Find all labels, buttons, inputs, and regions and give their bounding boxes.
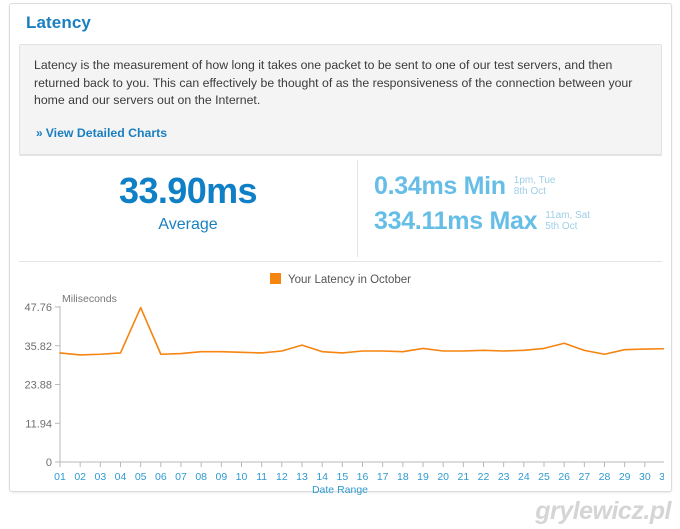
y-axis-title: Miliseconds <box>62 293 117 305</box>
x-axis-tick-label: 12 <box>276 471 288 483</box>
x-axis-tick-label: 27 <box>578 471 590 483</box>
page-title: Latency <box>26 13 91 32</box>
description-block: Latency is the measurement of how long i… <box>19 44 662 155</box>
latency-panel: Latency Latency is the measurement of ho… <box>9 3 672 492</box>
description-text: Latency is the measurement of how long i… <box>34 58 633 107</box>
panel-header: Latency <box>10 4 671 44</box>
x-axis-tick-label: 10 <box>236 471 248 483</box>
x-axis-tick-label: 07 <box>175 471 187 483</box>
x-axis-tick-label: 03 <box>94 471 106 483</box>
x-axis-tick-label: 13 <box>296 471 308 483</box>
x-axis-tick-label: 30 <box>639 471 651 483</box>
x-axis-tick-label: 06 <box>155 471 167 483</box>
x-axis-tick-label: 22 <box>478 471 490 483</box>
minmax-stats: 0.34ms Min 1pm, Tue 8th Oct 334.11ms Max… <box>358 156 662 261</box>
x-axis-tick-label: 08 <box>195 471 207 483</box>
x-axis-tick-label: 17 <box>377 471 389 483</box>
x-axis-tick-label: 19 <box>417 471 429 483</box>
y-axis-tick-label: 47.76 <box>24 302 52 314</box>
y-axis-tick-label: 35.82 <box>24 340 52 352</box>
x-axis-tick-label: 24 <box>518 471 530 483</box>
average-value: 33.90ms <box>119 169 258 211</box>
x-axis-tick-label: 01 <box>54 471 66 483</box>
screenshot-root: Latency Latency is the measurement of ho… <box>0 0 680 529</box>
x-axis-tick-label: 16 <box>357 471 369 483</box>
x-axis-tick-label: 11 <box>256 471 267 483</box>
max-time: 11am, Sat <box>545 209 591 221</box>
x-axis-tick-label: 26 <box>558 471 570 483</box>
x-axis-tick-label: 23 <box>498 471 510 483</box>
min-stat: 0.34ms Min 1pm, Tue 8th Oct <box>374 172 662 200</box>
watermark: grylewicz.pl <box>535 497 671 525</box>
chart-series-line <box>59 306 664 356</box>
x-axis-tick-label: 31 <box>659 471 664 483</box>
y-axis-tick-label: 0 <box>46 457 52 469</box>
x-axis-tick-label: 14 <box>316 471 328 483</box>
max-value: 334.11ms Max <box>374 206 538 235</box>
x-axis-tick-label: 02 <box>74 471 86 483</box>
x-axis-tick-label: 21 <box>457 471 469 483</box>
x-axis-tick-label: 28 <box>599 471 611 483</box>
chevron-right-icon: » <box>36 125 43 140</box>
min-time: 1pm, Tue <box>513 174 556 186</box>
max-date: 5th Oct <box>545 221 578 232</box>
y-axis-tick-label: 11.94 <box>25 418 52 430</box>
average-stat: 33.90ms Average <box>19 156 357 261</box>
y-axis-tick-label: 23.88 <box>24 379 52 391</box>
x-axis-tick-label: 20 <box>437 471 449 483</box>
x-axis-tick-label: 09 <box>215 471 227 483</box>
average-label: Average <box>158 215 218 233</box>
max-timestamp: 11am, Sat 5th Oct <box>545 210 590 233</box>
max-stat: 334.11ms Max 11am, Sat 5th Oct <box>374 207 662 235</box>
x-axis-tick-label: 05 <box>135 471 147 483</box>
stats-row: 33.90ms Average 0.34ms Min 1pm, Tue 8th … <box>19 154 662 262</box>
min-date: 8th Oct <box>513 186 547 197</box>
x-axis-tick-label: 18 <box>397 471 409 483</box>
x-axis-tick-label: 04 <box>115 471 127 483</box>
min-value: 0.34ms Min <box>374 171 506 200</box>
view-detailed-charts-link[interactable]: View Detailed Charts <box>46 126 167 140</box>
x-axis-tick-label: 29 <box>619 471 631 483</box>
min-timestamp: 1pm, Tue 8th Oct <box>514 175 556 198</box>
detail-link-row: » View Detailed Charts <box>34 110 647 144</box>
x-axis-tick-label: 15 <box>336 471 348 483</box>
x-axis-tick-label: 25 <box>538 471 550 483</box>
x-axis-title: Date Range <box>311 484 369 496</box>
